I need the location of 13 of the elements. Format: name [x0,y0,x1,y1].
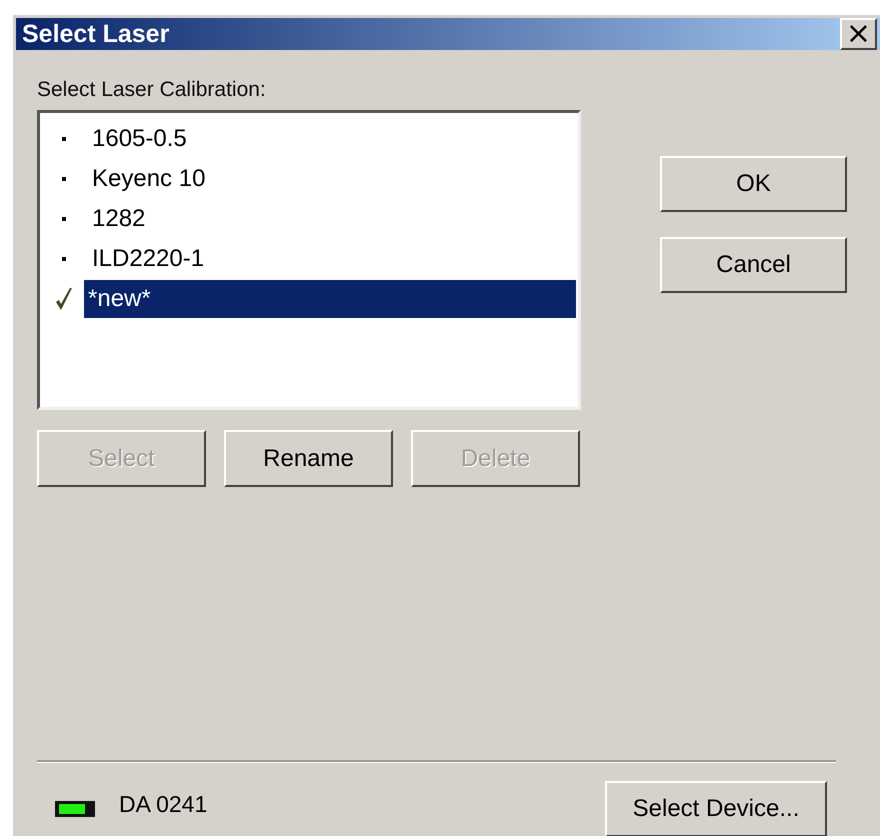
select-device-button[interactable]: Select Device... [605,781,827,836]
list-item[interactable]: 1605-0.5 [88,120,576,158]
list-item[interactable]: 1282 [88,200,576,238]
list-item[interactable]: *new* [84,280,576,318]
list-item[interactable]: ILD2220-1 [88,240,576,278]
list-label: Select Laser Calibration: [37,78,267,102]
dialog-button[interactable]: Cancel [660,237,847,293]
dialog-button[interactable]: OK [660,156,847,212]
list-item[interactable]: Keyenc 10 [88,160,576,198]
list-button[interactable]: Rename [224,430,393,487]
device-name: DA 0241 [119,790,208,818]
window-title: Select Laser [22,20,170,48]
close-button[interactable]: × [840,18,877,50]
